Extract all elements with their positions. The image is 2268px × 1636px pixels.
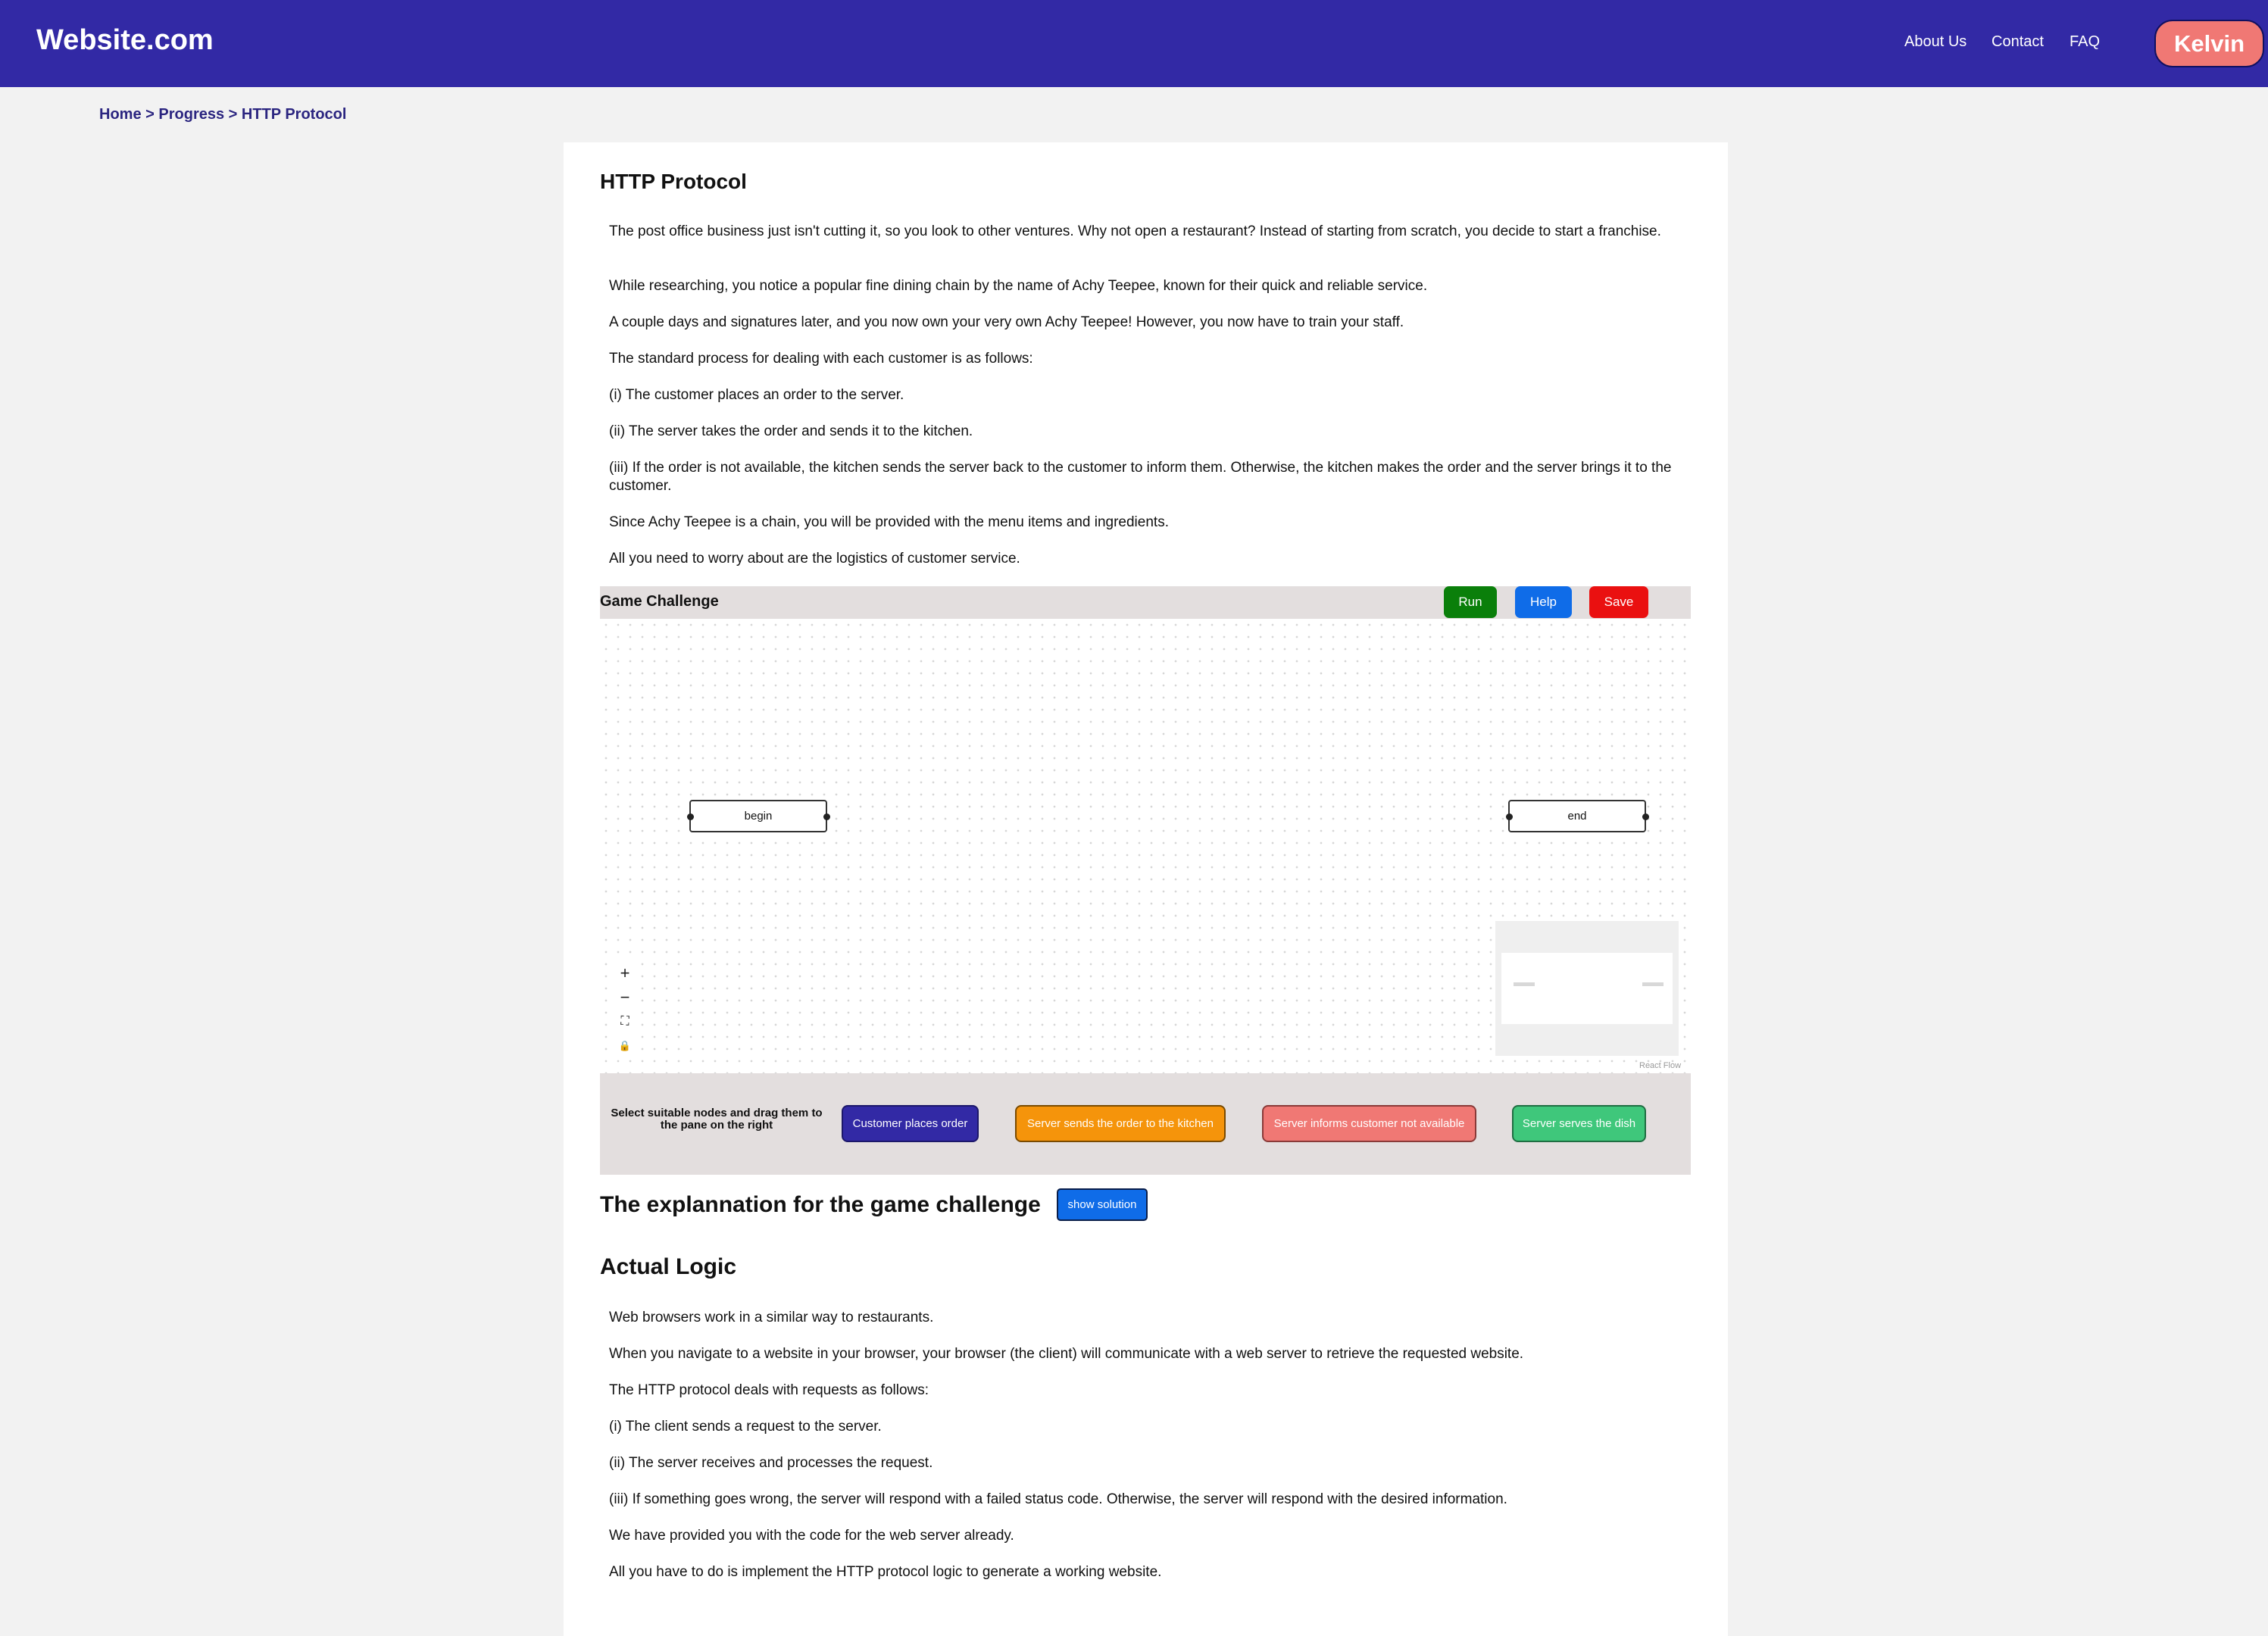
palette-node-server-sends-order[interactable]: Server sends the order to the kitchen: [1015, 1105, 1226, 1142]
palette-node-server-informs-not-available[interactable]: Server informs customer not available: [1262, 1105, 1476, 1142]
palette-instruction: Select suitable nodes and drag them to t…: [611, 1107, 823, 1132]
end-node-label: end: [1567, 810, 1587, 823]
minimap-node: [1514, 982, 1535, 986]
lock-icon[interactable]: 🔒: [612, 1034, 638, 1058]
user-profile-button[interactable]: Kelvin: [2154, 20, 2264, 67]
run-button[interactable]: Run: [1444, 586, 1497, 618]
breadcrumb: Home > Progress > HTTP Protocol: [99, 106, 346, 123]
begin-node-label: begin: [744, 810, 773, 823]
brand-logo[interactable]: Website.com: [36, 24, 214, 57]
nav-faq[interactable]: FAQ: [2070, 33, 2100, 51]
nav-about-us[interactable]: About Us: [1904, 33, 1967, 51]
intro-paragraph: (iii) If the order is not available, the…: [609, 460, 1672, 494]
begin-right-handle[interactable]: [823, 813, 830, 820]
minimap-node: [1642, 982, 1664, 986]
explanation-title: The explannation for the game challenge: [600, 1192, 1041, 1217]
logic-paragraph: (iii) If something goes wrong, the serve…: [609, 1491, 1507, 1507]
zoom-out-button[interactable]: −: [612, 985, 638, 1010]
intro-paragraph: All you need to worry about are the logi…: [609, 551, 1020, 567]
end-left-handle[interactable]: [1506, 813, 1513, 820]
logic-paragraph: All you have to do is implement the HTTP…: [609, 1564, 1162, 1580]
breadcrumb-current[interactable]: HTTP Protocol: [242, 106, 347, 123]
nav-contact[interactable]: Contact: [1992, 33, 2044, 51]
fit-view-icon[interactable]: ⛶: [612, 1010, 638, 1034]
end-right-handle[interactable]: [1642, 813, 1649, 820]
minimap-viewport: [1501, 953, 1673, 1024]
logic-paragraph: We have provided you with the code for t…: [609, 1528, 1014, 1544]
save-button[interactable]: Save: [1589, 586, 1648, 618]
intro-paragraph: While researching, you notice a popular …: [609, 278, 1428, 294]
logic-paragraph: The HTTP protocol deals with requests as…: [609, 1382, 929, 1398]
react-flow-attribution[interactable]: React Flow: [1639, 1061, 1681, 1070]
intro-paragraph: The standard process for dealing with ea…: [609, 351, 1033, 367]
zoom-in-button[interactable]: +: [612, 961, 638, 985]
intro-paragraph: (ii) The server takes the order and send…: [609, 423, 973, 439]
show-solution-button[interactable]: show solution: [1057, 1188, 1148, 1221]
breadcrumb-separator: >: [228, 106, 238, 123]
intro-paragraph: The post office business just isn't cutt…: [609, 223, 1661, 239]
logic-paragraph: (ii) The server receives and processes t…: [609, 1455, 933, 1471]
intro-paragraph: A couple days and signatures later, and …: [609, 314, 1404, 330]
logic-paragraph: Web browsers work in a similar way to re…: [609, 1310, 934, 1325]
begin-node[interactable]: begin: [689, 800, 827, 832]
end-node[interactable]: end: [1508, 800, 1646, 832]
help-button[interactable]: Help: [1515, 586, 1572, 618]
palette-node-customer-places-order[interactable]: Customer places order: [842, 1105, 979, 1142]
intro-paragraph: Since Achy Teepee is a chain, you will b…: [609, 514, 1169, 530]
breadcrumb-progress[interactable]: Progress: [158, 106, 224, 123]
breadcrumb-separator: >: [145, 106, 155, 123]
page-title: HTTP Protocol: [600, 170, 747, 193]
intro-paragraph: (i) The customer places an order to the …: [609, 387, 904, 403]
begin-left-handle[interactable]: [687, 813, 694, 820]
game-challenge-title: Game Challenge: [600, 593, 719, 610]
breadcrumb-home[interactable]: Home: [99, 106, 142, 123]
logic-paragraph: When you navigate to a website in your b…: [609, 1346, 1524, 1362]
palette-node-server-serves-dish[interactable]: Server serves the dish: [1512, 1105, 1646, 1142]
actual-logic-title: Actual Logic: [600, 1254, 737, 1279]
logic-paragraph: (i) The client sends a request to the se…: [609, 1419, 882, 1435]
